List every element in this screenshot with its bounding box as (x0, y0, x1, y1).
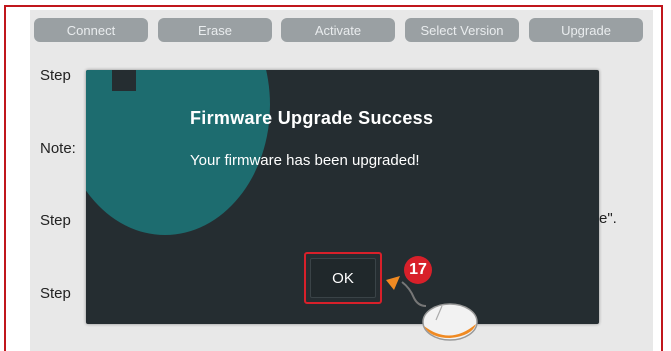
step-3-label: Step (40, 285, 71, 302)
erase-button[interactable]: Erase (158, 18, 272, 42)
note-label: Note: (40, 140, 76, 157)
select-version-button[interactable]: Select Version (405, 18, 519, 42)
activate-button[interactable]: Activate (281, 18, 395, 42)
step-1-label: Step (40, 67, 71, 84)
connect-button[interactable]: Connect (34, 18, 148, 42)
mouse-cable (401, 281, 427, 307)
ok-button[interactable]: OK (310, 258, 376, 298)
mouse-icon (422, 303, 478, 341)
click-pointer-annotation (386, 276, 478, 341)
dialog-message: Your firmware has been upgraded! (190, 152, 420, 169)
firmware-success-dialog: Firmware Upgrade Success Your firmware h… (86, 70, 599, 324)
info-icon-stem (112, 70, 136, 91)
step-2-trailing-text: e". (599, 210, 617, 227)
dialog-title: Firmware Upgrade Success (190, 108, 434, 128)
arrow-icon (386, 276, 400, 290)
upgrade-button[interactable]: Upgrade (529, 18, 643, 42)
step-2-label: Step (40, 212, 71, 229)
